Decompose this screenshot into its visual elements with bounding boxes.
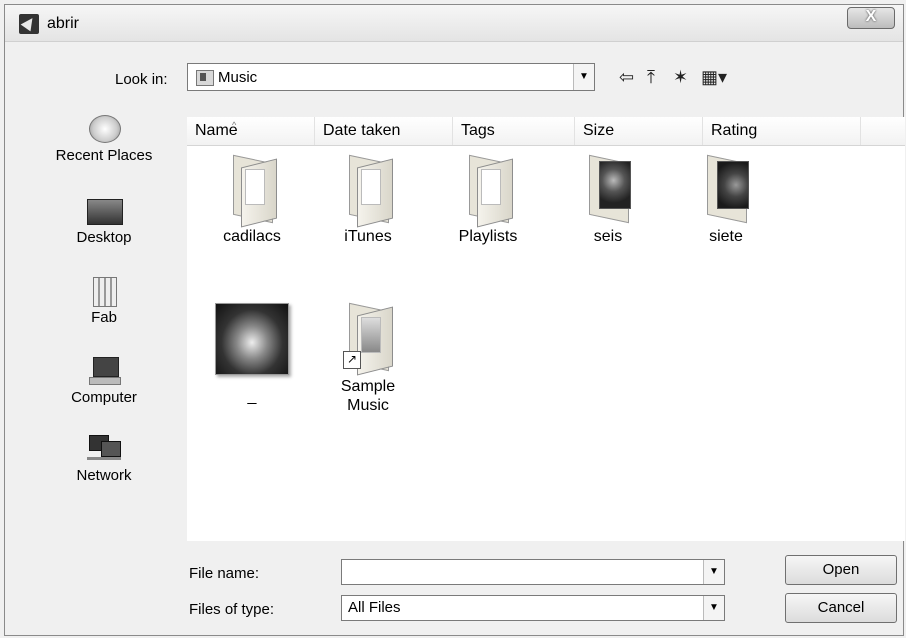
sidebar-item-label: Network xyxy=(76,467,132,484)
file-type-select[interactable]: All Files ▼ xyxy=(341,595,725,621)
sidebar-item-desktop[interactable]: Desktop xyxy=(39,197,169,246)
list-item[interactable]: siete xyxy=(671,154,781,246)
album-folder-icon xyxy=(701,154,751,224)
new-folder-icon[interactable]: ✶ xyxy=(673,65,688,89)
look-in-label: Look in: xyxy=(115,71,168,88)
file-type-label: Files of type: xyxy=(189,601,275,618)
item-label: seis xyxy=(593,228,623,245)
file-name-label: File name: xyxy=(189,565,260,582)
column-label: Tags xyxy=(461,122,495,139)
look-in-value: Music xyxy=(218,69,258,86)
item-label: iTunes xyxy=(344,228,392,245)
list-item[interactable]: _ xyxy=(197,303,307,406)
sidebar-item-label: Fab xyxy=(91,309,117,326)
sidebar-item-recent-places[interactable]: Recent Places xyxy=(39,115,169,164)
column-label: Size xyxy=(583,122,615,139)
list-item[interactable]: ↗ Sample Music xyxy=(313,302,423,415)
computer-icon xyxy=(87,357,121,385)
folder-icon xyxy=(227,154,277,228)
matlab-icon xyxy=(19,14,39,34)
window-title: abrir xyxy=(47,15,80,32)
column-date-taken[interactable]: Date taken xyxy=(315,117,453,145)
list-item[interactable]: seis xyxy=(553,154,663,246)
sidebar-item-fab[interactable]: Fab xyxy=(39,277,169,326)
sidebar-item-label: Recent Places xyxy=(55,147,153,164)
column-label: Date taken xyxy=(323,122,401,139)
network-icon xyxy=(87,435,121,463)
close-button[interactable]: X xyxy=(847,7,895,29)
chevron-down-icon[interactable]: ▼ xyxy=(573,64,594,90)
column-name[interactable]: Name ^ xyxy=(187,117,315,145)
column-header: Name ^ Date taken Tags Size Rating xyxy=(187,117,905,146)
file-name-field[interactable]: ▼ xyxy=(341,559,725,585)
chevron-down-icon[interactable]: ▼ xyxy=(703,560,724,584)
item-label: cadilacs xyxy=(223,228,281,245)
music-folder-icon xyxy=(196,70,214,86)
sidebar-item-network[interactable]: Network xyxy=(39,435,169,484)
user-folder-icon xyxy=(87,277,121,307)
open-button[interactable]: Open xyxy=(785,555,897,585)
sidebar-item-label: Desktop xyxy=(76,229,132,246)
places-bar: Recent Places Desktop Fab Computer Netwo… xyxy=(39,105,169,545)
sidebar-item-computer[interactable]: Computer xyxy=(39,357,169,406)
shortcut-folder-icon: ↗ xyxy=(343,302,393,376)
item-label: Sample Music xyxy=(340,378,396,414)
cancel-button[interactable]: Cancel xyxy=(785,593,897,623)
sort-ascending-icon: ^ xyxy=(232,120,237,130)
list-item[interactable]: cadilacs xyxy=(197,154,307,246)
album-folder-icon xyxy=(583,154,633,224)
recent-places-icon xyxy=(87,115,121,143)
view-menu-icon[interactable]: ▦▾ xyxy=(701,65,727,89)
folder-icon xyxy=(463,154,513,228)
item-label: siete xyxy=(709,228,743,245)
title-bar: abrir X xyxy=(5,5,903,42)
list-item[interactable]: iTunes xyxy=(313,154,423,246)
sidebar-item-label: Computer xyxy=(71,389,137,406)
item-label: Playlists xyxy=(458,228,518,245)
shortcut-arrow-icon: ↗ xyxy=(343,351,361,369)
list-item[interactable]: Playlists xyxy=(433,154,543,246)
column-tags[interactable]: Tags xyxy=(453,117,575,145)
chevron-down-icon[interactable]: ▼ xyxy=(703,596,724,620)
column-size[interactable]: Size xyxy=(575,117,703,145)
look-in-combo[interactable]: Music ▼ xyxy=(187,63,595,91)
file-list[interactable]: Name ^ Date taken Tags Size Rating cadil… xyxy=(187,117,905,541)
folder-icon xyxy=(343,154,393,228)
file-type-value: All Files xyxy=(348,599,401,616)
image-thumbnail xyxy=(215,303,289,375)
up-folder-icon[interactable]: ⤒ xyxy=(647,65,655,89)
back-icon[interactable]: ⇦ xyxy=(619,65,634,89)
item-label: _ xyxy=(247,388,257,405)
column-label: Rating xyxy=(711,122,758,139)
column-rating[interactable]: Rating xyxy=(703,117,861,145)
open-dialog: abrir X Look in: Music ▼ ⇦ ⤒ ✶ ▦▾ Recent… xyxy=(4,4,905,636)
desktop-icon xyxy=(87,197,123,225)
